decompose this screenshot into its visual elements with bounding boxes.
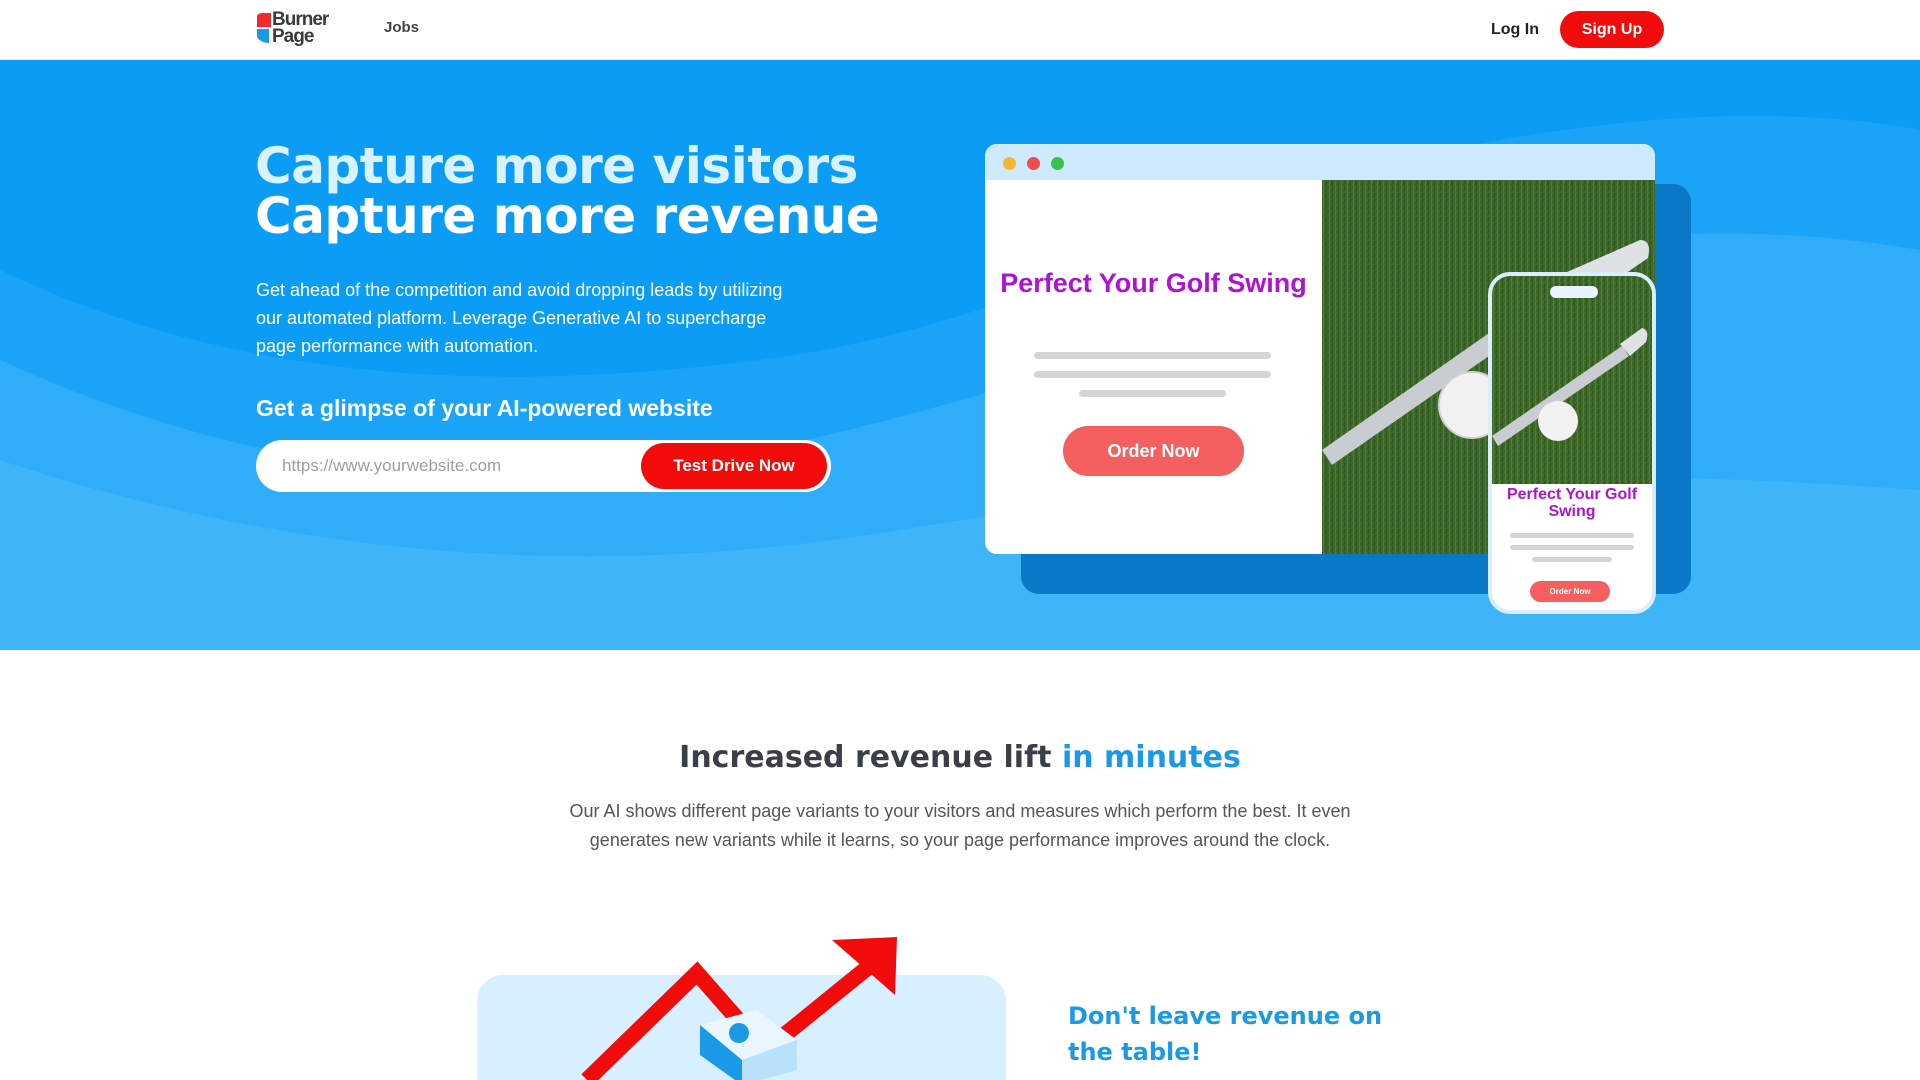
hero-title-line1: Capture more visitors [255,137,858,195]
top-navbar: Burner Page Jobs Log In Sign Up [0,0,1920,60]
revenue-growth-arrow-illustration [581,937,897,1080]
website-url-input[interactable] [282,440,622,492]
mockup-order-button: Order Now [1063,426,1244,476]
phone-mockup-heading: Perfect Your Golf Swing [1506,486,1638,520]
revenue-title-main: Increased revenue lift [679,740,1052,775]
mockup-text-line [1034,352,1271,359]
phone-text-line [1532,557,1612,562]
phone-notch [1550,286,1598,298]
revenue-title-highlight: in minutes [1061,740,1241,775]
signup-button[interactable]: Sign Up [1560,11,1664,48]
phone-order-button: Order Now [1530,581,1610,602]
phone-golf-photo [1492,276,1652,484]
window-dot-yellow-icon [1003,157,1016,170]
login-link[interactable]: Log In [1491,21,1539,39]
website-test-form: Test Drive Now [256,440,831,492]
burner-page-logo[interactable]: Burner Page [255,10,339,49]
phone-mockup: Perfect Your Golf Swing Order Now [1488,272,1656,614]
revenue-description: Our AI shows different page variants to … [569,801,1351,850]
browser-titlebar [985,144,1655,180]
logo-text: Burner Page [272,10,329,47]
phone-text-line [1510,533,1634,538]
hero-section: Capture more visitors Capture more reven… [0,60,1920,650]
hero-title-line2: Capture more revenue [255,187,880,245]
phone-text-line [1510,545,1634,550]
revenue-section-title: Increased revenue lift in minutes [0,740,1920,775]
revenue-side-title: Don't leave revenue on the table! [1068,1002,1383,1066]
mockup-text-line [1079,390,1226,397]
hero-title: Capture more visitors Capture more reven… [255,137,880,245]
window-dot-green-icon [1051,157,1064,170]
window-dot-red-icon [1027,157,1040,170]
logo-text-line2: Page [272,26,314,47]
test-drive-button[interactable]: Test Drive Now [641,443,827,489]
hero-glimpse-heading: Get a glimpse of your AI-powered website [256,395,713,421]
nav-jobs-link[interactable]: Jobs [384,19,419,36]
mockup-content-panel: Perfect Your Golf Swing Order Now [985,180,1322,554]
mockup-heading: Perfect Your Golf Swing [1000,268,1307,298]
mockup-text-line [1034,371,1271,378]
hero-description: Get ahead of the competition and avoid d… [256,280,783,356]
